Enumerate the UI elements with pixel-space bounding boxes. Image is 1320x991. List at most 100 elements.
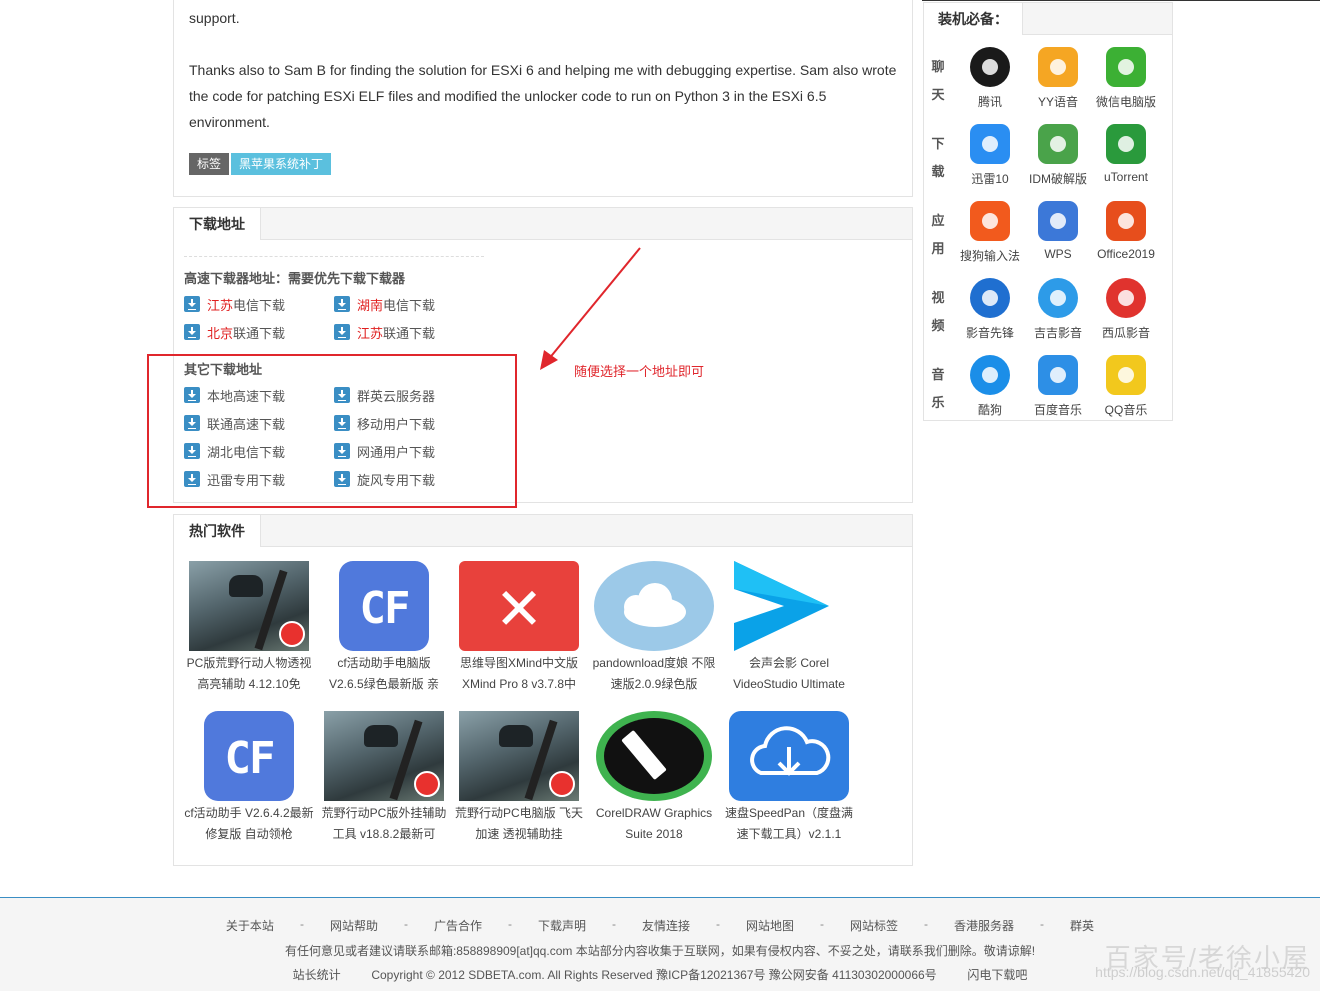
sidebar-app-wechat[interactable]: 微信电脑版 [1093,47,1159,110]
sidebar-app-sogou[interactable]: 搜狗输入法 [957,201,1023,264]
software-item[interactable]: CF cf活动助手电脑版 V2.6.5绿色最新版 亲 [319,561,449,695]
sidebar-category-label: 音乐 [931,367,945,410]
cf-thumb-icon: CF [324,561,444,651]
footer-link[interactable]: 香港服务器 [954,917,1014,934]
footer-link[interactable]: 网站标签 [850,917,898,934]
sidebar-app-label: 腾讯 [977,95,1002,109]
sidebar-app-xfplay[interactable]: 影音先锋 [957,278,1023,341]
office-icon [1106,201,1146,241]
article-paragraph: Thanks also to Sam B for finding the sol… [189,62,897,130]
sidebar-app-label: IDM破解版 [1029,172,1087,186]
brand-link[interactable]: 闪电下载吧 [967,968,1027,982]
sidebar-app-label: WPS [1044,247,1072,261]
footer-link[interactable]: 友情连接 [642,917,690,934]
software-item[interactable]: CorelDRAW Graphics Suite 2018 [589,711,719,845]
sidebar-app-thunder[interactable]: 迅雷10 [957,124,1023,187]
sidebar-app-idm[interactable]: IDM破解版 [1025,124,1091,187]
software-item[interactable]: 荒野行动PC电脑版 飞天 加速 透视辅助挂 [454,711,584,845]
download-link[interactable]: 湖南 电信下载 [334,295,435,313]
software-name: 荒野行动PC版外挂辅助工具 v18.8.2最新可 [321,806,447,841]
software-item[interactable]: PC版荒野行动人物透视高亮辅助 4.12.10免 [184,561,314,695]
high-speed-heading: 高速下载器地址：需要优先下载下载器 [184,271,406,286]
sidebar-app-label: 百度音乐 [1033,403,1082,417]
software-item[interactable]: CF cf活动助手 V2.6.4.2最新修复版 自动领枪 [184,711,314,845]
footer-link[interactable]: 广告合作 [434,917,482,934]
sidebar-app-utorrent[interactable]: uTorrent [1093,124,1159,184]
sidebar-app-qqmusic[interactable]: QQ音乐 [1093,355,1159,418]
link-label: 联通下载 [233,325,286,341]
sidebar-app-office[interactable]: Office2019 [1093,201,1159,261]
sidebar-category-label: 聊天 [931,59,945,102]
link-region: 江苏 [207,297,234,313]
sidebar-app-label: 吉吉影音 [1033,326,1082,340]
sidebar-app-kugou[interactable]: 酷狗 [957,355,1023,418]
sidebar-app-wps[interactable]: WPS [1025,201,1091,261]
download-link[interactable]: 江苏 电信下载 [184,295,285,313]
utorrent-icon [1106,124,1146,164]
link-label: 电信下载 [233,297,286,313]
footer-links: 关于本站 - 网站帮助 - 广告合作 - 下载声明 - 友情连接 - 网站地图 - 网站标签 - 香港服务器… [0,917,1320,934]
software-name: PC版荒野行动人物透视高亮辅助 4.12.10免 [186,656,312,691]
kugou-icon [970,355,1010,395]
footer-separator: - [924,917,929,931]
software-name: pandownload度娘 不限速版2.0.9绿色版 [592,656,716,691]
top-border [922,0,1320,1]
article-panel: support. Thanks also to Sam B for findin… [173,0,913,197]
qqmusic-icon [1106,355,1146,395]
download-panel-title: 下载地址 [174,208,261,240]
link-region: 江苏 [357,325,384,341]
sidebar-app-label: Office2019 [1097,247,1155,261]
download-icon [334,324,350,340]
software-item[interactable]: 会声会影 Corel VideoStudio Ultimate [724,561,854,695]
footer-separator: - [1040,917,1045,931]
software-item[interactable]: 荒野行动PC版外挂辅助工具 v18.8.2最新可 [319,711,449,845]
sidebar-app-label: QQ音乐 [1104,403,1148,417]
sidebar-app-xigua[interactable]: 西瓜影音 [1093,278,1159,341]
article-text-support: support. [189,10,240,26]
download-icon [334,296,350,312]
software-item[interactable]: 速盘SpeedPan（度盘满速下载工具）v2.1.1 [724,711,854,845]
link-label: 联通下载 [383,325,436,341]
watermark-url: https://blog.csdn.net/qq_41855420 [1095,964,1310,980]
cf-thumb-icon: CF [189,711,309,801]
software-name: cf活动助手电脑版 V2.6.5绿色最新版 亲 [328,656,440,691]
sogou-icon [970,201,1010,241]
xmind-thumb-icon: ✕ [459,561,579,651]
footer-link[interactable]: 网站帮助 [330,917,378,934]
tag-row: 标签 黑苹果系统补丁 [189,153,332,175]
footer-separator: - [611,917,616,931]
sidebar-app-label: 迅雷10 [971,172,1009,186]
software-name: 思维导图XMind中文版 XMind Pro 8 v3.7.8中 [459,656,578,691]
footer-link[interactable]: 关于本站 [226,917,274,934]
footer-link[interactable]: 下载声明 [538,917,586,934]
sidebar-header: 装机必备： [924,3,1172,35]
sidebar-app-qq[interactable]: 腾讯 [957,47,1023,110]
sidebar-category-label: 下载 [931,136,945,179]
software-item[interactable]: pandownload度娘 不限速版2.0.9绿色版 [589,561,719,695]
footer-link[interactable]: 网站地图 [746,917,794,934]
sidebar-title: 装机必备： [924,3,1023,35]
thunder-icon [970,124,1010,164]
footer-separator: - [820,917,825,931]
software-name: 会声会影 Corel VideoStudio Ultimate [733,656,845,691]
wechat-icon [1106,47,1146,87]
essentials-sidebar: 装机必备： 聊天腾讯 YY语音 微信电脑版下载迅雷10 IDM破解版 uTorrent 应… [923,2,1173,421]
sidebar-app-label: 微信电脑版 [1095,95,1156,109]
stats-link[interactable]: 站长统计 [293,968,341,982]
link-label: 电信下载 [383,297,436,313]
tag-link[interactable]: 黑苹果系统补丁 [231,153,332,175]
software-name: cf活动助手 V2.6.4.2最新修复版 自动领枪 [184,806,314,841]
annotation-highlight-box [147,354,517,508]
download-link[interactable]: 北京 联通下载 [184,323,285,341]
sidebar-app-jjvod[interactable]: 吉吉影音 [1025,278,1091,341]
sidebar-app-yy[interactable]: YY语音 [1025,47,1091,110]
download-link[interactable]: 江苏 联通下载 [334,323,435,341]
sidebar-app-label: uTorrent [1103,170,1149,184]
footer-separator: - [299,917,304,931]
coreldraw-thumb-icon [594,711,714,801]
footer-link[interactable]: 群英 [1070,917,1094,934]
wps-icon [1038,201,1078,241]
footer: 关于本站 - 网站帮助 - 广告合作 - 下载声明 - 友情连接 - 网站地图 - 网站标签 - 香港服务器… [0,897,1320,991]
sidebar-app-baidu-music[interactable]: 百度音乐 [1025,355,1091,418]
software-item[interactable]: ✕ 思维导图XMind中文版 XMind Pro 8 v3.7.8中 [454,561,584,695]
